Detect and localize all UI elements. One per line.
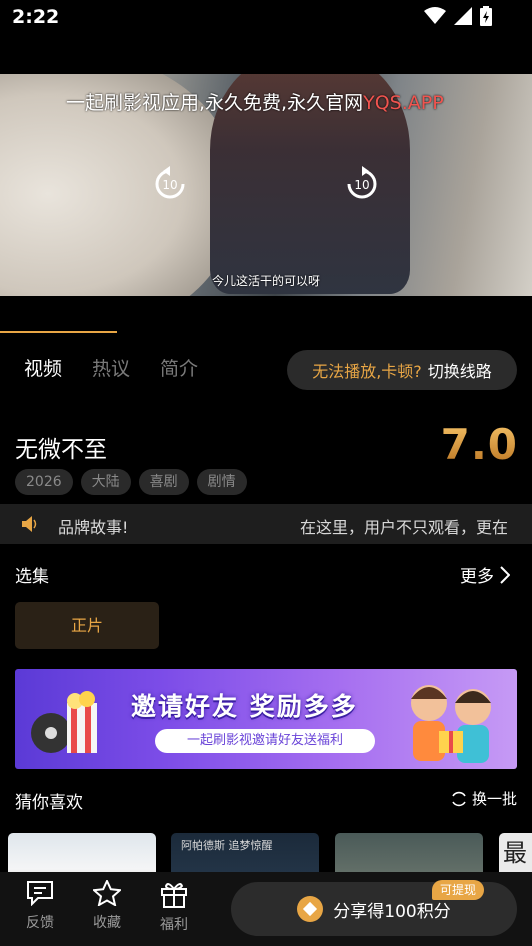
- refresh-icon: [452, 791, 466, 806]
- welfare-label: 福利: [160, 917, 188, 933]
- status-icons: [424, 6, 492, 26]
- tab-video[interactable]: 视频: [24, 354, 62, 381]
- chat-icon: [27, 881, 53, 907]
- episode-item[interactable]: 正片: [15, 602, 159, 649]
- feedback-button[interactable]: 反馈: [15, 880, 65, 932]
- player-watermark: 一起刷影视应用,永久免费,永久官网YQS.APP: [66, 88, 444, 115]
- watermark-url: YQS.APP: [363, 92, 444, 114]
- bottom-action-bar: 反馈 收藏 福利 分享得100积分 可提现: [0, 872, 532, 946]
- forward-10-icon: 10: [347, 166, 377, 199]
- more-label: 更多: [460, 567, 494, 587]
- seek-forward-button[interactable]: 10: [344, 166, 380, 202]
- withdraw-badge: 可提现: [432, 880, 485, 900]
- star-icon: [91, 878, 123, 907]
- movie-rating: 7.0: [440, 420, 518, 469]
- tab-comments[interactable]: 热议: [92, 354, 130, 381]
- announcement-text-right: 在这里，用户不只观看，更在: [300, 518, 509, 537]
- announcement-text-left: 品牌故事!: [58, 518, 129, 537]
- favorite-label: 收藏: [93, 915, 121, 931]
- video-subtitle: 今儿这活干的可以呀: [211, 274, 320, 288]
- switch-line-button[interactable]: 无法播放,卡顿? 切换线路: [287, 350, 517, 390]
- tag-genre-drama[interactable]: 剧情: [196, 469, 247, 495]
- episodes-title: 选集: [15, 567, 49, 587]
- movie-title: 无微不至: [15, 437, 107, 463]
- chevron-right-icon: [500, 565, 510, 584]
- coin-icon: [297, 896, 324, 922]
- tag-genre-comedy[interactable]: 喜剧: [138, 469, 189, 495]
- video-player[interactable]: 一起刷影视应用,永久免费,永久官网YQS.APP 10 10 今儿这活干的可以呀: [0, 74, 532, 296]
- wifi-icon: [424, 7, 446, 24]
- banner-subtitle: 一起刷影视邀请好友送福利: [155, 729, 375, 753]
- speaker-icon: [22, 516, 37, 532]
- refresh-label: 换一批: [471, 790, 517, 808]
- battery-icon: [480, 6, 492, 26]
- seek-back-button[interactable]: 10: [152, 166, 188, 202]
- tag-region[interactable]: 大陆: [80, 469, 131, 495]
- movie-tags: 2026 大陆 喜剧 剧情: [15, 469, 247, 495]
- switch-line-action: 切换线路: [427, 362, 492, 381]
- rewind-10-icon: 10: [155, 166, 185, 199]
- tag-year[interactable]: 2026: [15, 469, 73, 495]
- detail-tabs: 视频 热议 简介: [24, 354, 228, 381]
- status-bar: 2:22: [0, 0, 532, 36]
- poster-caption: 阿帕德斯 追梦惊醒: [181, 839, 273, 852]
- episodes-more-button[interactable]: 更多: [460, 562, 510, 587]
- seek-back-label: 10: [162, 178, 177, 192]
- kids-gift-illustration: [411, 685, 491, 763]
- refresh-batch-button[interactable]: 换一批: [450, 788, 517, 809]
- favorite-button[interactable]: 收藏: [82, 878, 132, 932]
- recommend-title: 猜你喜欢: [15, 793, 83, 813]
- welfare-button[interactable]: 福利: [149, 880, 199, 934]
- status-time: 2:22: [12, 6, 60, 28]
- poster-caption: 最: [503, 839, 527, 867]
- invite-banner[interactable]: 邀请好友 奖励多多 一起刷影视邀请好友送福利: [15, 669, 517, 769]
- share-label: 分享得100积分: [333, 901, 451, 922]
- banner-title: 邀请好友 奖励多多: [131, 692, 358, 721]
- gift-icon: [161, 883, 187, 908]
- switch-line-question: 无法播放,卡顿?: [312, 362, 422, 381]
- seek-forward-label: 10: [354, 178, 369, 192]
- announcement-bar[interactable]: 品牌故事! 在这里，用户不只观看，更在: [0, 504, 532, 544]
- playback-progress-bar[interactable]: [0, 331, 118, 333]
- watermark-text: 一起刷影视应用,永久免费,永久官网: [66, 92, 364, 114]
- signal-icon: [454, 7, 472, 25]
- tab-intro[interactable]: 简介: [160, 354, 198, 381]
- feedback-label: 反馈: [26, 915, 54, 931]
- popcorn-film-icon: [31, 691, 97, 753]
